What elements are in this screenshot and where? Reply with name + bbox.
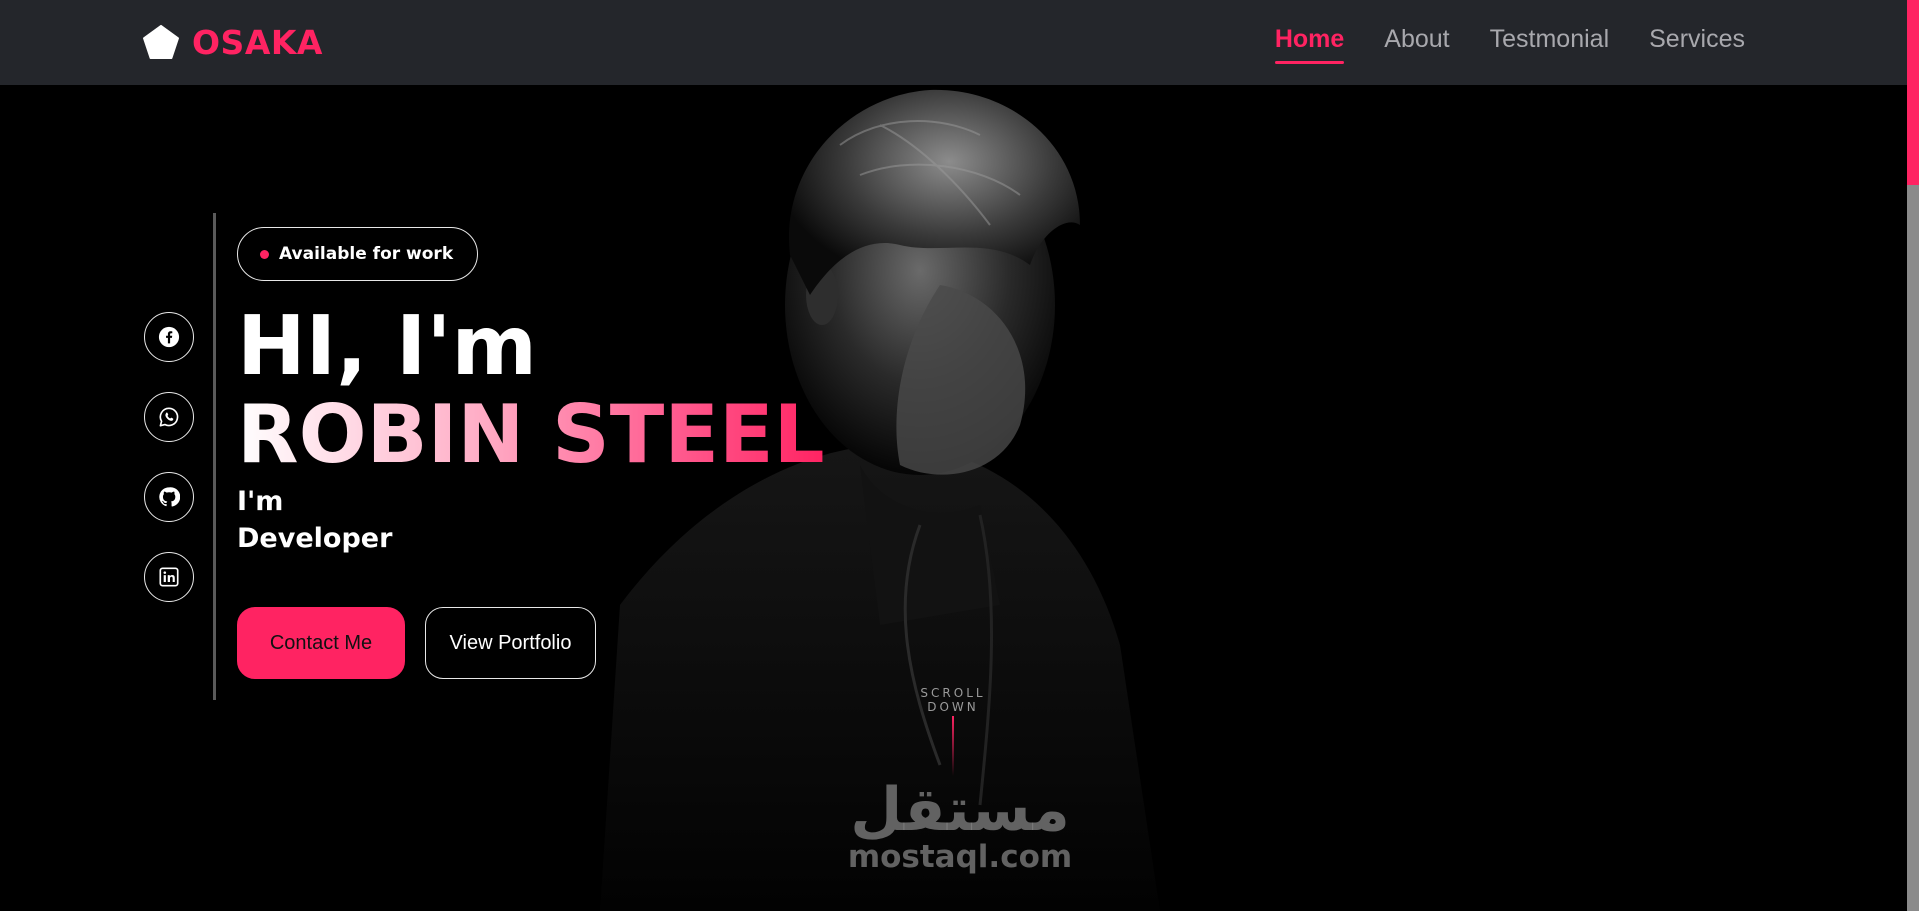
scroll-down-hint[interactable]: SCROLL DOWN [898,686,1008,714]
github-button[interactable] [144,472,194,522]
nav-link-testimonial[interactable]: Testmonial [1490,25,1610,60]
nav-link-services[interactable]: Services [1649,25,1745,60]
watermark-latin-text: mostaql.com [847,839,1073,875]
nav-link-home[interactable]: Home [1274,25,1345,64]
scrollbar-thumb[interactable] [1907,0,1919,185]
hero-divider-line [213,213,216,700]
status-dot-icon [260,249,269,259]
hero-role: Developer [237,523,393,554]
hero-role-prefix: I'm [237,486,284,517]
hero-actions: Contact Me View Portfolio [237,607,825,679]
facebook-icon [158,326,180,348]
whatsapp-button[interactable] [144,392,194,442]
view-portfolio-button[interactable]: View Portfolio [425,607,596,679]
scroll-down-line [952,716,954,776]
brand-logo[interactable]: OSAKA [142,22,323,62]
linkedin-button[interactable] [144,552,194,602]
availability-badge: Available for work [237,227,479,281]
nav-menu: Home About Testmonial Services [1235,0,1745,85]
linkedin-icon [159,567,179,587]
facebook-button[interactable] [144,312,194,362]
hero-section: Available for work HI, I'm ROBIN STEEL I… [237,227,825,679]
availability-label: Available for work [279,244,454,264]
pentagon-logo-icon [143,24,179,60]
social-links [144,312,194,632]
whatsapp-icon [159,407,179,427]
page-scrollbar[interactable] [1907,0,1919,911]
watermark-arabic-text: مستقل [850,775,1070,845]
hero-name: ROBIN STEEL [237,388,825,481]
contact-me-button[interactable]: Contact Me [237,607,405,679]
hero-greeting: HI, I'm [237,299,537,394]
github-icon [159,487,180,507]
navbar: OSAKA Home About Testmonial Services [0,0,1919,85]
nav-link-about[interactable]: About [1384,25,1449,60]
brand-name: OSAKA [192,22,323,62]
mostaql-watermark: مستقل mostaql.com [840,780,1080,874]
